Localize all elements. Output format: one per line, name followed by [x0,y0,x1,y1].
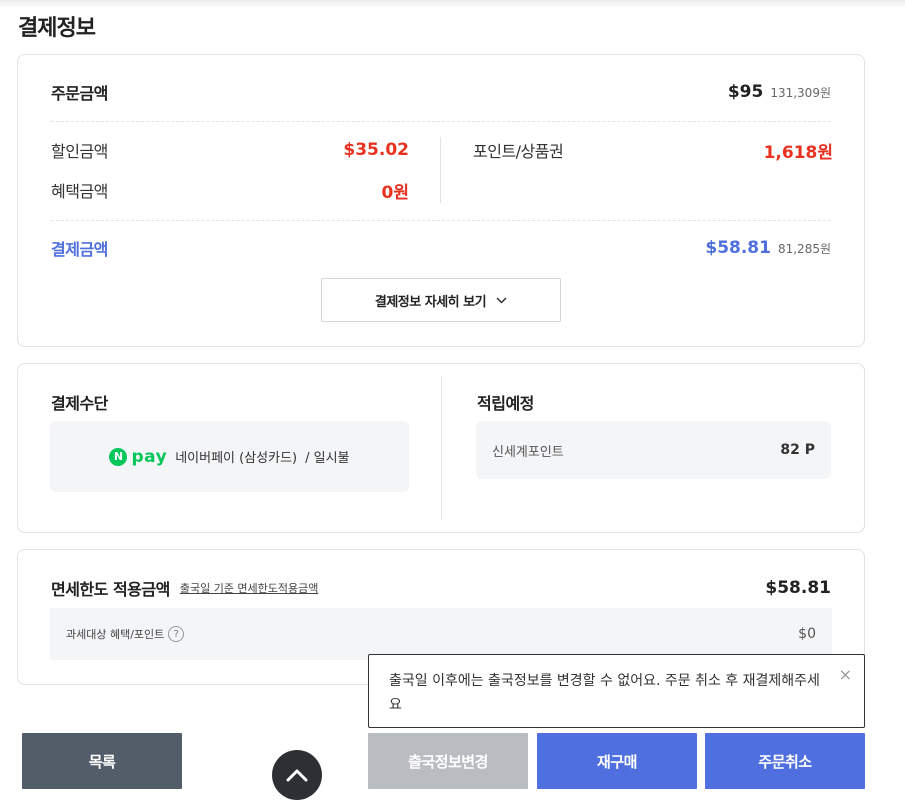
order-amount-krw: 131,309원 [770,86,831,100]
reward-title: 적립예정 [477,394,534,413]
benefit-row: 혜택금액 0원 [51,177,409,203]
point-value: 1,618원 [763,142,833,163]
dutyfree-value: $58.81 [765,578,831,598]
dutyfree-subtitle-link[interactable]: 출국일 기준 면세한도적용금액 [180,580,319,596]
column-divider [440,137,441,203]
tax-value: $0 [798,626,816,642]
payment-amount-krw: 81,285원 [777,242,831,256]
tax-box: 과세대상 혜택/포인트 ? $0 [50,608,832,660]
cancel-order-button[interactable]: 주문취소 [705,733,865,789]
close-icon[interactable]: × [839,663,852,687]
payment-detail-button[interactable]: 결제정보 자세히 보기 [321,278,561,322]
point-column: 포인트/상품권 1,618원 [473,137,833,207]
payment-method-title: 결제수단 [51,394,108,413]
list-button[interactable]: 목록 [22,733,182,789]
reorder-button[interactable]: 재구매 [537,733,697,789]
npay-logo-icon: N [109,447,128,466]
order-amount-row: 주문금액 $95 131,309원 [51,79,831,105]
payment-method-box: N pay 네이버페이 (삼성카드) / 일시불 [50,421,409,492]
payment-detail-label: 결제정보 자세히 보기 [374,294,487,310]
payment-summary-card: 주문금액 $95 131,309원 할인금액 $35.02 혜택금액 0원 포인… [17,54,865,347]
dutyfree-header: 면세한도 적용금액 출국일 기준 면세한도적용금액 [51,576,318,600]
tax-label-group: 과세대상 혜택/포인트 ? [66,626,185,642]
benefit-label: 혜택금액 [51,182,108,201]
change-departure-button[interactable]: 출국정보변경 [368,733,528,789]
reward-point-box: 신세계포인트 82 P [476,421,831,479]
notice-tooltip: 출국일 이후에는 출국정보를 변경할 수 없어요. 주문 취소 후 재결제해주세… [368,654,865,728]
tax-label: 과세대상 혜택/포인트 [66,628,165,641]
payment-amount-usd: $58.81 [705,238,771,258]
tooltip-text: 출국일 이후에는 출국정보를 변경할 수 없어요. 주문 취소 후 재결제해주세… [389,673,820,713]
scroll-top-button[interactable] [272,750,322,800]
point-row: 포인트/상품권 1,618원 [473,137,833,163]
order-amount: $95 131,309원 [728,82,831,102]
dutyfree-title: 면세한도 적용금액 [51,580,170,599]
order-amount-usd: $95 [727,82,764,102]
payment-method-card: 결제수단 N pay 네이버페이 (삼성카드) / 일시불 적립예정 신세계포인… [17,363,865,533]
discount-value: $35.02 [343,140,409,160]
payment-amount: $58.81 81,285원 [705,238,831,258]
divider [51,220,831,221]
payment-method-name: 네이버페이 (삼성카드) [175,451,298,466]
installment-type: / 일시불 [305,451,350,466]
reward-point-label: 신세계포인트 [492,444,564,460]
reward-point-value: 82 P [780,442,815,458]
discount-row: 할인금액 $35.02 [51,137,409,163]
payment-amount-row: 결제금액 $58.81 81,285원 [51,235,831,261]
page-title: 결제정보 [18,16,96,41]
divider [51,121,831,122]
question-icon[interactable]: ? [168,626,185,642]
point-label: 포인트/상품권 [473,142,564,161]
npay-logo-text: pay [131,446,168,467]
chevron-up-icon [286,769,308,782]
order-amount-label: 주문금액 [51,84,108,103]
column-divider [441,376,442,520]
chevron-down-icon [496,296,507,304]
discount-label: 할인금액 [51,142,108,161]
dutyfree-row: 면세한도 적용금액 출국일 기준 면세한도적용금액 $58.81 [51,576,831,600]
discount-column: 할인금액 $35.02 혜택금액 0원 [51,137,409,207]
payment-amount-label: 결제금액 [51,240,108,259]
benefit-value: 0원 [381,182,409,203]
top-shadow [0,0,905,8]
